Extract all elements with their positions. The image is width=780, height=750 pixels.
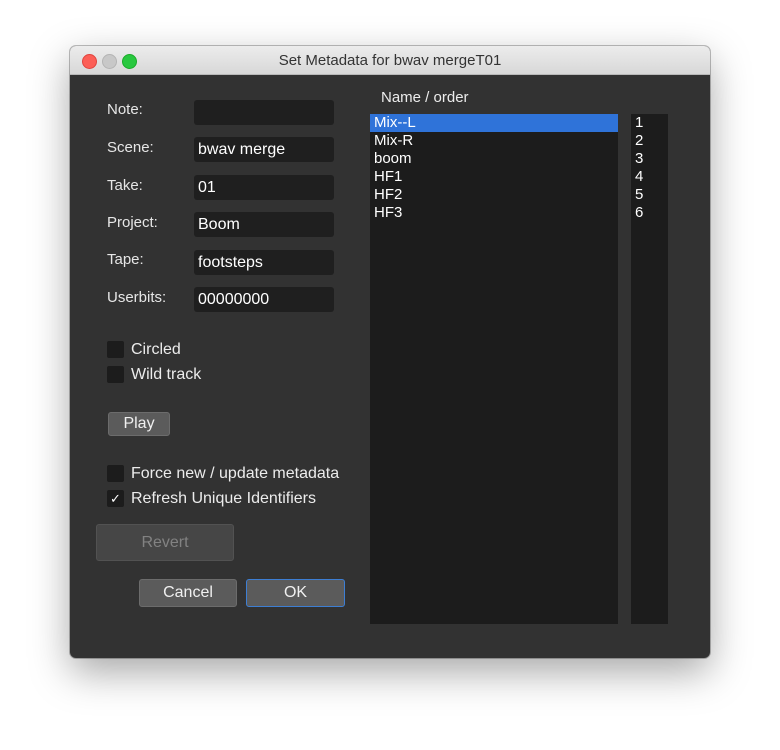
scene-label: Scene: (107, 139, 154, 156)
track-row[interactable]: HF1 (370, 168, 618, 186)
title-bar[interactable]: Set Metadata for bwav mergeT01 (70, 46, 710, 75)
revert-button[interactable]: Revert (96, 524, 234, 561)
userbits-label: Userbits: (107, 289, 167, 306)
cancel-button[interactable]: Cancel (139, 579, 237, 607)
track-order[interactable]: 3 (631, 150, 668, 168)
track-row[interactable]: boom (370, 150, 618, 168)
wild-track-checkbox[interactable] (107, 366, 124, 383)
force-new-checkbox[interactable] (107, 465, 124, 482)
force-new-label: Force new / update metadata (131, 465, 340, 482)
circled-checkbox[interactable] (107, 341, 124, 358)
note-field[interactable] (194, 100, 334, 125)
project-field[interactable]: Boom (194, 212, 334, 237)
take-label: Take: (107, 177, 143, 194)
track-row[interactable]: HF2 (370, 186, 618, 204)
track-row[interactable]: Mix--L (370, 114, 618, 132)
play-button[interactable]: Play (108, 412, 170, 436)
track-order[interactable]: 2 (631, 132, 668, 150)
wild-track-label: Wild track (131, 366, 202, 383)
window-title: Set Metadata for bwav mergeT01 (278, 52, 502, 69)
track-order[interactable]: 1 (631, 114, 668, 132)
userbits-field[interactable]: 00000000 (194, 287, 334, 312)
track-order[interactable]: 4 (631, 168, 668, 186)
scene-field[interactable]: bwav merge (194, 137, 334, 162)
track-order[interactable]: 6 (631, 204, 668, 222)
take-field[interactable]: 01 (194, 175, 334, 200)
project-label: Project: (107, 214, 158, 231)
tape-label: Tape: (107, 251, 144, 268)
track-order[interactable]: 5 (631, 186, 668, 204)
set-metadata-dialog: Set Metadata for bwav mergeT01 Note: Sce… (70, 46, 710, 658)
track-row[interactable]: HF3 (370, 204, 618, 222)
track-row[interactable]: Mix-R (370, 132, 618, 150)
tape-field[interactable]: footsteps (194, 250, 334, 275)
ok-button[interactable]: OK (246, 579, 345, 607)
circled-label: Circled (131, 341, 181, 358)
track-list-header: Name / order (381, 89, 469, 106)
track-order-list[interactable]: 1 2 3 4 5 6 (631, 114, 668, 624)
track-name-list[interactable]: Mix--L Mix-R boom HF1 HF2 HF3 (370, 114, 618, 624)
note-label: Note: (107, 101, 143, 118)
refresh-identifiers-checkbox[interactable]: ✓ (107, 490, 124, 507)
refresh-identifiers-label: Refresh Unique Identifiers (131, 490, 316, 507)
